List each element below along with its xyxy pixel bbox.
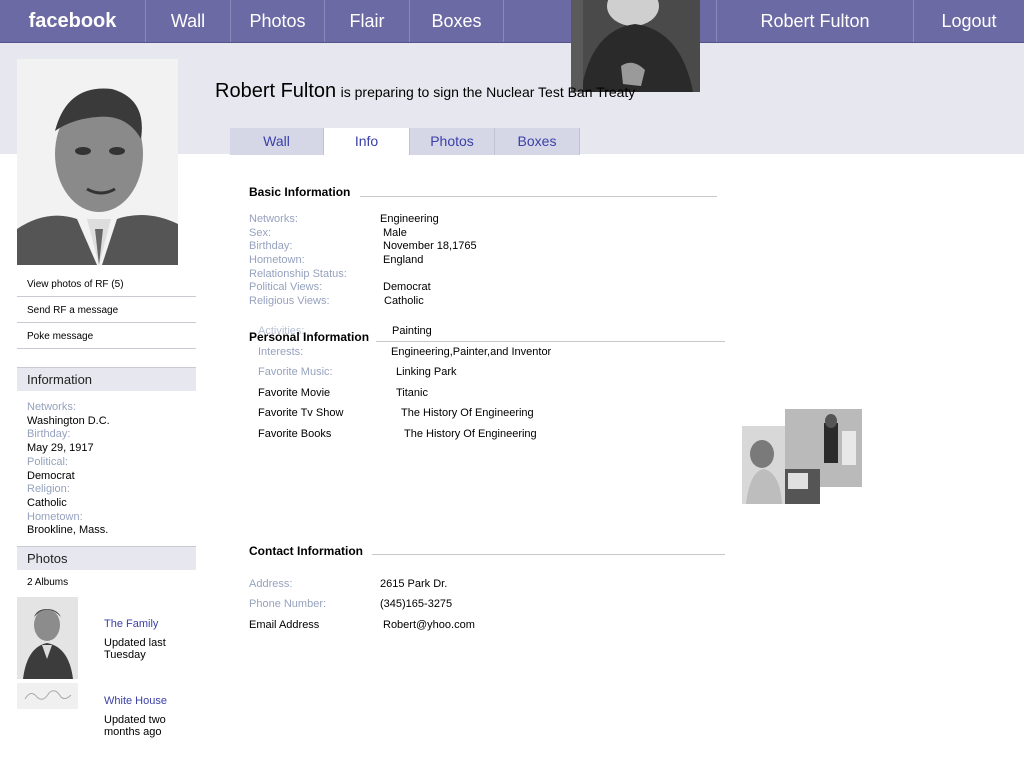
field-label: Address: bbox=[249, 578, 293, 590]
view-photos-link[interactable]: View photos of RF (5) bbox=[17, 272, 196, 297]
field-value: The History Of Engineering bbox=[401, 407, 534, 419]
profile-name: Robert Fulton bbox=[215, 80, 337, 102]
field-value: Catholic bbox=[384, 295, 424, 307]
personal-info-title: Personal Information bbox=[249, 330, 370, 344]
field-value: Engineering bbox=[380, 213, 439, 225]
field-label: Sex: bbox=[249, 227, 272, 239]
field-label: Favorite Music: bbox=[258, 366, 333, 378]
facebook-logo[interactable]: facebook bbox=[0, 0, 146, 42]
sidebar-info-list: Networks: Washington D.C. Birthday: May … bbox=[27, 401, 110, 538]
photos-header: Photos bbox=[17, 546, 196, 570]
tab-wall[interactable]: Wall bbox=[230, 128, 324, 155]
info-label: Political: bbox=[27, 455, 68, 468]
field-label: Hometown: bbox=[249, 254, 305, 266]
album-link-white-house[interactable]: White House bbox=[104, 695, 167, 707]
field-value: 2615 Park Dr. bbox=[380, 578, 448, 590]
poke-link[interactable]: Poke message bbox=[17, 324, 196, 349]
tab-info[interactable]: Info bbox=[324, 128, 410, 155]
tab-photos[interactable]: Photos bbox=[410, 128, 495, 155]
field-label: Religious Views: bbox=[249, 295, 330, 307]
nav-photos[interactable]: Photos bbox=[231, 0, 325, 42]
info-value: Catholic bbox=[27, 496, 67, 509]
info-label: Religion: bbox=[27, 483, 70, 496]
field-value: The History Of Engineering bbox=[404, 428, 537, 440]
field-label: Email Address bbox=[249, 619, 320, 631]
section-divider bbox=[360, 196, 717, 197]
info-label: Networks: bbox=[27, 401, 76, 413]
field-label: Favorite Movie bbox=[258, 387, 331, 399]
status-text: is preparing to sign the Nuclear Test Ba… bbox=[340, 84, 636, 100]
field-value: November 18,1765 bbox=[383, 240, 477, 252]
header-portrait-photo bbox=[571, 0, 700, 92]
logout-link[interactable]: Logout bbox=[914, 0, 1024, 42]
field-label: Networks: bbox=[249, 213, 298, 225]
field-value: Linking Park bbox=[396, 366, 457, 378]
field-label: Phone Number: bbox=[249, 598, 327, 610]
album-updated: Updated two months ago bbox=[104, 714, 166, 738]
section-divider bbox=[372, 554, 725, 555]
field-value: England bbox=[383, 254, 424, 266]
section-divider bbox=[376, 341, 725, 342]
information-header: Information bbox=[17, 367, 196, 391]
contact-info-title: Contact Information bbox=[249, 544, 363, 558]
nav-flair[interactable]: Flair bbox=[325, 0, 410, 42]
field-label: Relationship Status: bbox=[249, 268, 347, 280]
info-value: Washington D.C. bbox=[27, 414, 110, 427]
info-value: Brookline, Mass. bbox=[27, 524, 109, 537]
nav-user-name[interactable]: Robert Fulton bbox=[716, 0, 914, 42]
send-message-link[interactable]: Send RF a message bbox=[17, 298, 196, 323]
info-label: Hometown: bbox=[27, 510, 83, 523]
albums-count: 2 Albums bbox=[27, 577, 69, 588]
info-label: Birthday: bbox=[27, 428, 71, 441]
nav-boxes[interactable]: Boxes bbox=[410, 0, 504, 42]
field-value: Male bbox=[383, 227, 407, 239]
tab-boxes[interactable]: Boxes bbox=[495, 128, 580, 155]
field-value: Engineering,Painter,and Inventor bbox=[391, 346, 552, 358]
profile-headline: Robert Fulton is preparing to sign the N… bbox=[215, 80, 635, 103]
field-label: Birthday: bbox=[249, 240, 293, 252]
album-thumb-white-house[interactable] bbox=[17, 683, 78, 709]
basic-info-title: Basic Information bbox=[249, 185, 351, 199]
field-label: Favorite Tv Show bbox=[258, 407, 344, 419]
field-value: (345)165-3275 bbox=[380, 598, 453, 610]
profile-picture[interactable] bbox=[17, 59, 178, 265]
info-value: Democrat bbox=[27, 469, 75, 482]
field-value: Robert@yhoo.com bbox=[383, 619, 475, 631]
field-value: Democrat bbox=[383, 281, 431, 293]
field-value: Painting bbox=[392, 325, 432, 337]
field-label: Political Views: bbox=[249, 281, 323, 293]
photo-collage[interactable] bbox=[742, 409, 862, 504]
field-label: Favorite Books bbox=[258, 428, 332, 440]
field-value: Titanic bbox=[396, 387, 428, 399]
info-value: May 29, 1917 bbox=[27, 442, 94, 455]
album-thumb-family[interactable] bbox=[17, 597, 78, 679]
field-label: Interests: bbox=[258, 346, 304, 358]
album-updated: Updated last Tuesday bbox=[104, 637, 166, 661]
nav-wall[interactable]: Wall bbox=[146, 0, 231, 42]
album-link-family[interactable]: The Family bbox=[104, 618, 158, 630]
top-nav-bar: facebook Wall Photos Flair Boxes Robert … bbox=[0, 0, 1024, 43]
